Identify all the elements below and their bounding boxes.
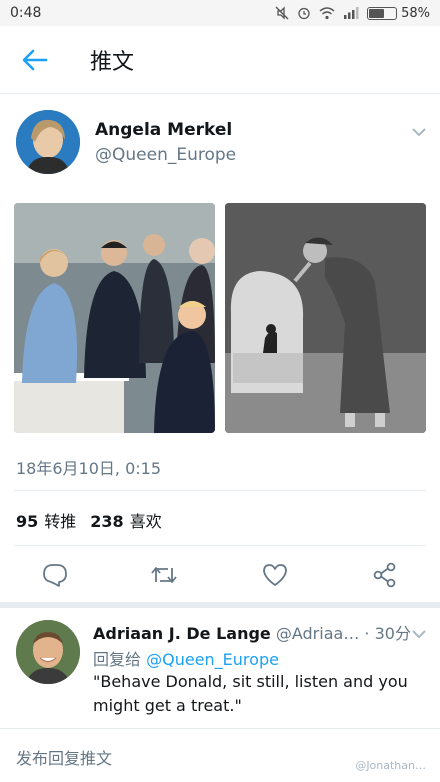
status-bar: 0:48 58% [0,0,440,26]
tweet-menu-button[interactable] [412,122,426,141]
battery: 58% [367,6,430,21]
retweets-count: 95 [16,512,39,531]
wifi-icon [319,6,335,19]
reply-to-line: 回复给 @Queen_Europe [93,646,279,670]
caret-down-icon [412,630,426,639]
tweet-author: Angela Merkel @Queen_Europe [0,100,440,180]
back-button[interactable] [0,26,70,94]
reply-to-mention[interactable]: @Queen_Europe [146,650,279,669]
reply-tweet[interactable]: Adriaan J. De Lange @Adriaa… · 30分 回复给 @… [0,608,440,728]
alarm-icon [298,7,310,20]
compose-reply-input[interactable]: 发布回复推文 [16,745,112,769]
top-bar: 推文 [0,26,440,94]
retweet-icon [151,567,177,583]
watermark: @Jonathan… [355,759,426,772]
share-button[interactable] [371,561,399,589]
author-handle[interactable]: @Queen_Europe [95,145,236,165]
likes-stat[interactable]: 238 喜欢 [90,508,161,532]
tweet-photo-right[interactable] [225,203,426,433]
divider [14,545,426,546]
reply-menu-button[interactable] [412,624,426,643]
divider [14,490,426,491]
author-name[interactable]: Angela Merkel [95,120,232,140]
reply-icon [43,564,67,587]
like-button[interactable] [261,561,289,589]
reply-time: · 30分 [364,624,411,643]
compose-reply-bar[interactable]: 发布回复推文 @Jonathan… [0,728,440,782]
signal-icon [344,7,359,19]
retweet-button[interactable] [150,561,178,589]
battery-icon [367,6,398,20]
likes-label: 喜欢 [129,512,162,531]
caret-down-icon [412,128,426,137]
mute-icon [275,6,289,20]
status-icons: 58% [275,6,430,21]
like-icon [263,564,287,586]
tweet-photo-left[interactable] [14,203,215,433]
battery-percent: 58% [401,5,430,21]
tweet-media [14,203,426,433]
tweet-stats: 95 转推 238 喜欢 [16,508,162,532]
likes-count: 238 [90,512,124,531]
avatar[interactable] [16,620,80,684]
status-time: 0:48 [10,5,42,21]
back-arrow-icon [22,49,48,70]
avatar[interactable] [16,110,80,174]
page-title: 推文 [90,49,135,75]
retweets-label: 转推 [44,512,77,531]
tweet-timestamp[interactable]: 18年6月10日, 0:15 [16,455,161,479]
reply-author-handle[interactable]: @Adriaa… [276,624,359,643]
battery-fill [369,8,385,18]
reply-header: Adriaan J. De Lange @Adriaa… · 30分 [93,620,411,644]
retweets-stat[interactable]: 95 转推 [16,508,76,532]
reply-button[interactable] [41,561,69,589]
reply-to-prefix: 回复给 [93,650,142,669]
tweet-actions [0,555,440,595]
reply-author-name[interactable]: Adriaan J. De Lange [93,624,271,643]
reply-text: "Behave Donald, sit still, listen and yo… [93,672,408,715]
share-icon [373,562,396,588]
